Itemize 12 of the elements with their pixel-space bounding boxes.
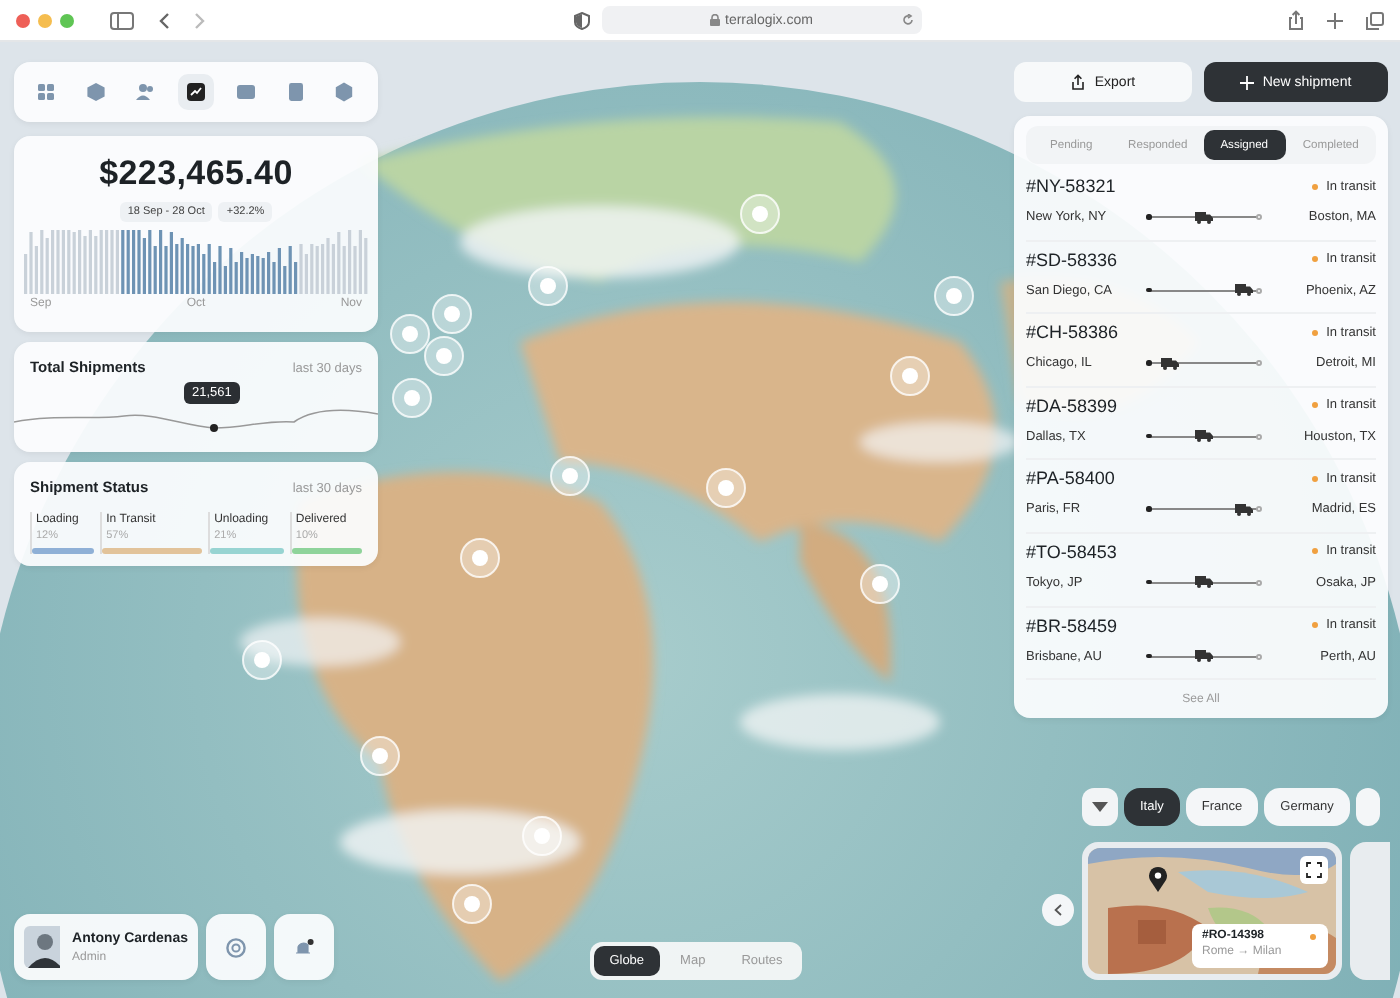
forward-icon[interactable] — [194, 11, 206, 29]
maximize-window-icon[interactable] — [60, 13, 74, 27]
tabs-overview-icon[interactable] — [1366, 11, 1384, 29]
share-icon[interactable] — [1288, 10, 1304, 30]
reload-icon[interactable] — [901, 14, 913, 26]
back-icon[interactable] — [158, 11, 170, 29]
shield-icon — [573, 11, 589, 29]
sidebar-icon[interactable] — [110, 11, 134, 29]
new-tab-icon[interactable] — [1326, 11, 1344, 29]
close-window-icon[interactable] — [16, 13, 30, 27]
lock-icon — [709, 14, 720, 26]
minimize-window-icon[interactable] — [38, 13, 52, 27]
